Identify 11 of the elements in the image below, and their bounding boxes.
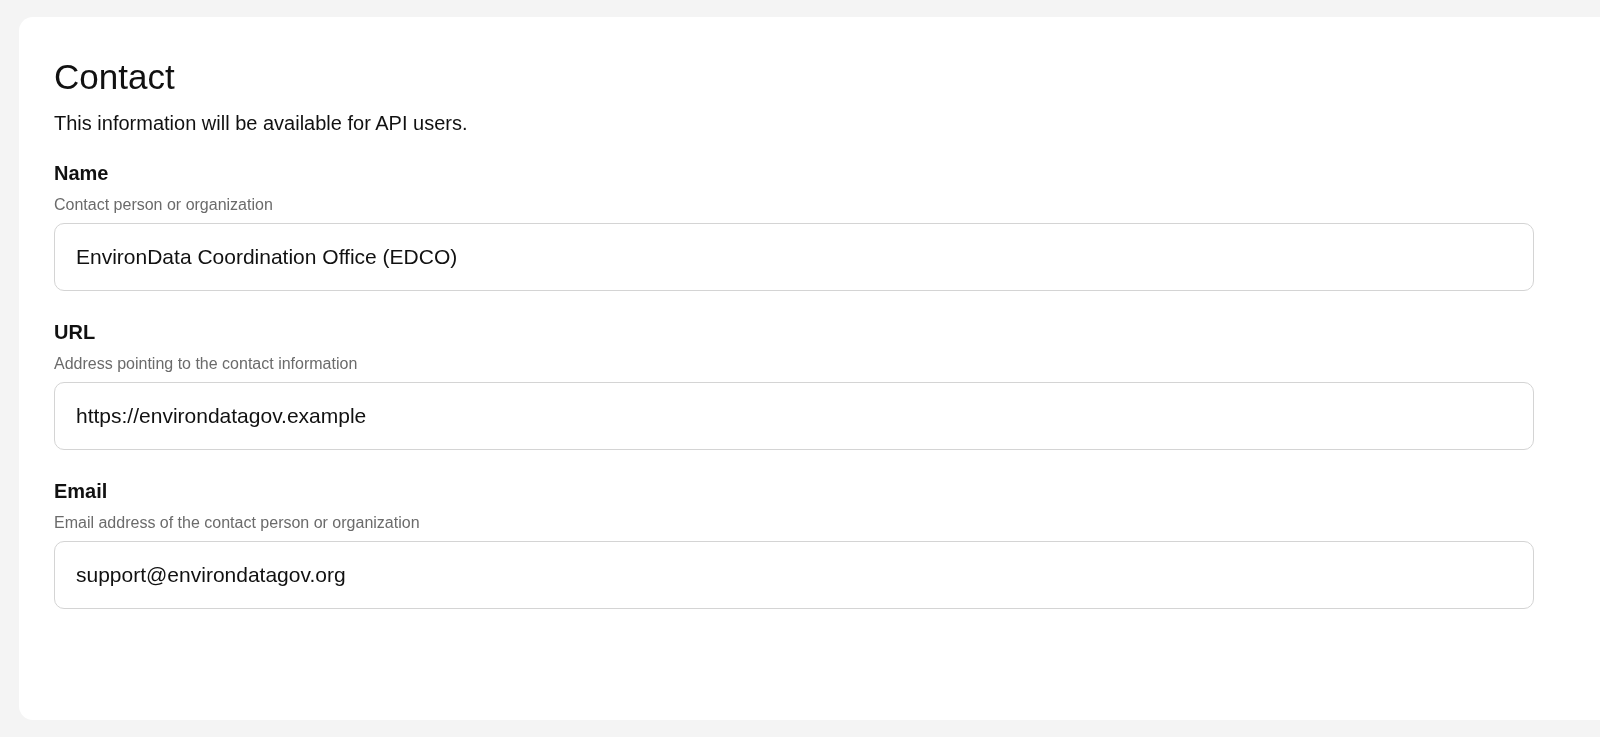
- section-description: This information will be available for API users.: [54, 111, 468, 136]
- input-field[interactable]: EnvironData Coordination Office (EDCO): [54, 223, 1534, 291]
- input-field[interactable]: support@environdatagov.org: [54, 541, 1534, 609]
- field-label: URL: [54, 320, 96, 345]
- field-hint: Address pointing to the contact information: [54, 354, 358, 374]
- field-label: Email: [54, 479, 108, 504]
- input-field[interactable]: https://environdatagov.example: [54, 382, 1534, 450]
- field-hint: Contact person or organization: [54, 195, 273, 215]
- field-label: Name: [54, 161, 109, 186]
- section-title: Contact: [54, 56, 175, 98]
- field-hint: Email address of the contact person or organization: [54, 513, 420, 533]
